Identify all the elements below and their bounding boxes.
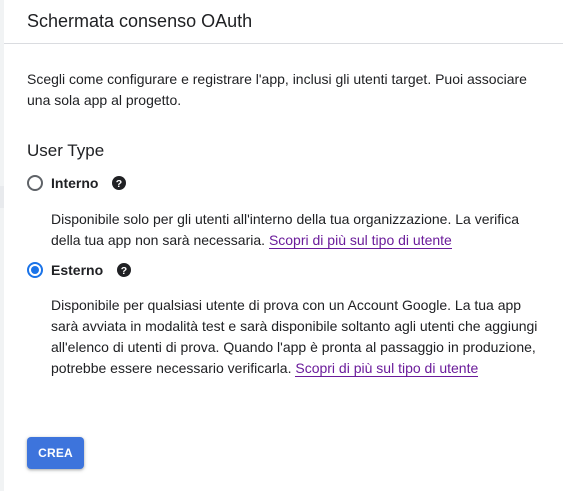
description-interno: Disponibile solo per gli utenti all'inte… [51,209,541,251]
svg-text:?: ? [121,265,127,277]
user-type-heading: User Type [27,141,105,160]
intro-text: Scegli come configurare e registrare l'a… [27,71,527,108]
svg-text:?: ? [116,178,122,190]
help-circle-icon[interactable]: ? [112,176,127,190]
description-esterno: Disponibile per qualsiasi utente di prov… [51,295,541,379]
radio-selected-dot [31,266,39,274]
radio-option-esterno[interactable]: Esterno ? [27,260,132,280]
learn-more-link-esterno[interactable]: Scopri di più sul tipo di utente [295,360,479,377]
learn-more-link-interno[interactable]: Scopri di più sul tipo di utente [268,232,452,249]
create-button[interactable]: CREA [27,437,84,469]
page-header: Schermata consenso OAuth [4,0,563,44]
left-panel-edge [0,0,4,491]
radio-interno[interactable] [27,175,43,191]
oauth-consent-page: Schermata consenso OAuth Scegli come con… [0,0,563,491]
radio-label-interno: Interno [51,175,99,191]
page-title: Schermata consenso OAuth [27,11,253,31]
left-panel-notch [0,186,4,208]
radio-option-interno[interactable]: Interno ? [27,173,127,193]
radio-label-esterno: Esterno [51,262,104,278]
help-circle-icon[interactable]: ? [117,263,132,277]
radio-esterno[interactable] [27,262,43,278]
